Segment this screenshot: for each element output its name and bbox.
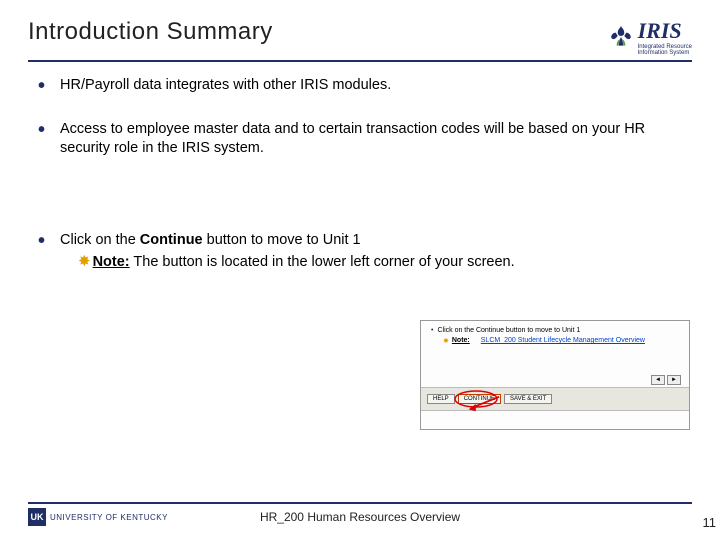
thumb-note-label: Note: — [452, 337, 470, 345]
slide-title: Introduction Summary — [28, 18, 273, 46]
bullet-3-post: button to move to Unit 1 — [203, 232, 361, 248]
screenshot-thumbnail: •Click on the Continue button to move to… — [420, 320, 690, 430]
bullet-3: Click on the Continue button to move to … — [38, 231, 692, 273]
note-line: ✸Note: The button is located in the lowe… — [60, 252, 692, 273]
thumb-help-button: HELP — [427, 394, 455, 404]
bullet-list: HR/Payroll data integrates with other IR… — [28, 76, 692, 159]
thumb-save-button: SAVE & EXIT — [504, 394, 552, 404]
iris-flower-icon — [608, 24, 634, 50]
slide-header: Introduction Summary IRIS Integrated Res… — [28, 18, 692, 62]
slide-footer: UK UNIVERSITY OF KENTUCKY HR_200 Human R… — [28, 502, 692, 526]
red-arrow-icon — [465, 395, 501, 413]
thumb-nav: ◄ ► — [651, 375, 681, 385]
thumb-breadcrumb: SLCM_200 Student Lifecycle Management Ov… — [481, 337, 645, 345]
thumb-bullet-text: Click on the Continue button to move to … — [437, 327, 580, 334]
iris-logo-text: IRIS — [638, 18, 692, 44]
note-text: The button is located in the lower left … — [130, 254, 515, 270]
iris-logo-sub2: Information System — [638, 50, 692, 56]
bullet-1: HR/Payroll data integrates with other IR… — [38, 76, 692, 96]
note-label: Note: — [93, 254, 130, 270]
bullet-list-2: Click on the Continue button to move to … — [28, 231, 692, 273]
bullet-2: Access to employee master data and to ce… — [38, 120, 692, 159]
bullet-3-pre: Click on the — [60, 232, 140, 248]
star-icon: ✸ — [78, 253, 91, 270]
bullet-3-bold: Continue — [140, 232, 203, 248]
page-number: 11 — [703, 515, 717, 530]
thumb-nav-prev: ◄ — [651, 375, 665, 385]
thumb-nav-next: ► — [667, 375, 681, 385]
iris-logo: IRIS Integrated Resource Information Sys… — [608, 18, 692, 56]
thumb-footer: HELP CONTINUE SAVE & EXIT — [421, 387, 689, 411]
footer-title: HR_200 Human Resources Overview — [28, 510, 692, 524]
